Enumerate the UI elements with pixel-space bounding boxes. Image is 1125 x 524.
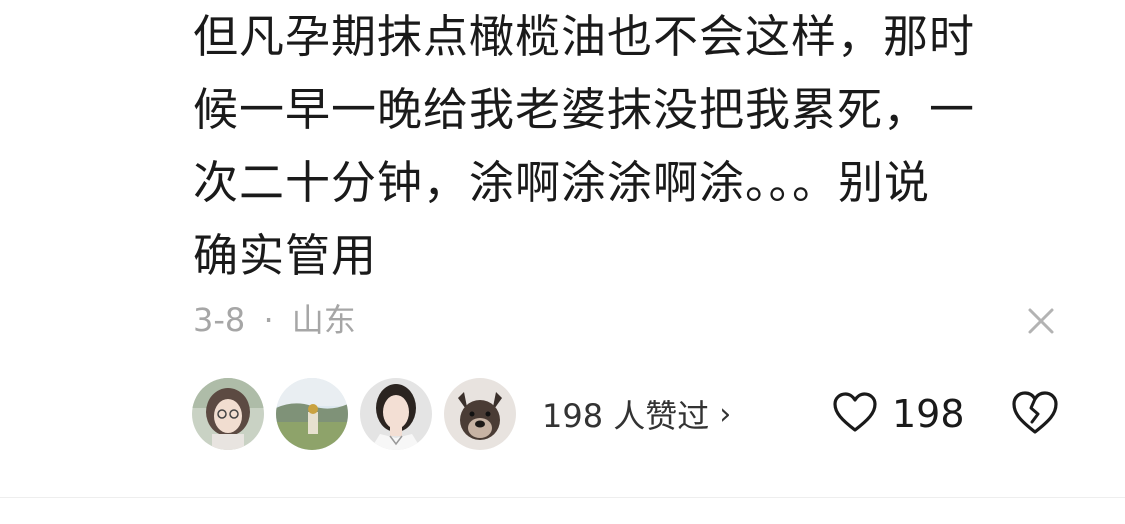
heart-outline-icon <box>832 391 878 437</box>
like-button[interactable]: 198 <box>832 388 965 440</box>
chevron-right-icon: › <box>719 396 732 432</box>
comment-text: 但凡孕期抹点橄榄油也不会这样，那时 候一早一晚给我老婆抹没把我累死，一 次二十分… <box>193 0 1043 292</box>
avatar[interactable] <box>360 378 432 450</box>
like-count: 198 <box>892 392 965 436</box>
avatar[interactable] <box>192 378 264 450</box>
comment-meta: 3-8 · 山东 <box>193 298 356 342</box>
close-icon[interactable] <box>1024 304 1058 338</box>
comment-line: 候一早一晚给我老婆抹没把我累死，一 <box>193 83 976 136</box>
likers-row[interactable]: 198 人赞过 › <box>192 377 731 451</box>
comment-line: 确实管用 <box>193 229 378 282</box>
comment-date: 3-8 <box>193 301 246 339</box>
comment-location: 山东 <box>291 301 356 339</box>
likers-count-label: 198 人赞过 <box>542 397 710 435</box>
avatar[interactable] <box>444 378 516 450</box>
comment-line: 次二十分钟，涂啊涂涂啊涂。。。别说 <box>193 156 931 209</box>
comment-line: 但凡孕期抹点橄榄油也不会这样，那时 <box>193 10 976 63</box>
divider <box>0 497 1125 498</box>
broken-heart-icon[interactable] <box>1010 390 1060 436</box>
meta-separator: · <box>263 301 274 339</box>
likers-count-link[interactable]: 198 人赞过 › <box>542 391 731 437</box>
avatar[interactable] <box>276 378 348 450</box>
